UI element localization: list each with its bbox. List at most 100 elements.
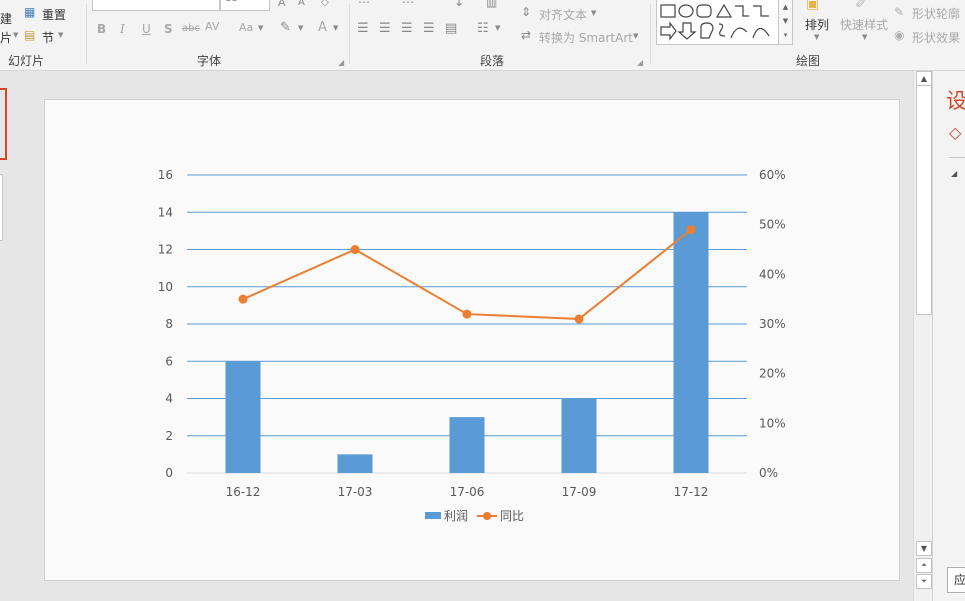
scroll-up-icon[interactable]: ▲ bbox=[916, 71, 932, 86]
line-spacing-icon[interactable]: ↕ bbox=[454, 0, 464, 9]
y-left-tick-label: 0 bbox=[165, 466, 173, 480]
line-point bbox=[238, 294, 248, 304]
new-slide-button-bottom[interactable]: 片 bbox=[0, 29, 12, 46]
quick-styles-button[interactable]: 快速样式 bbox=[840, 16, 888, 33]
shapes-gallery[interactable] bbox=[656, 0, 780, 45]
slide-thumbnail-selected[interactable] bbox=[0, 88, 7, 160]
shape-outline-button[interactable]: 形状轮廓 bbox=[912, 5, 960, 22]
chevron-down-icon[interactable]: ▼ bbox=[591, 9, 596, 17]
reset-button[interactable]: 重置 bbox=[42, 6, 66, 23]
x-tick-label: 17-06 bbox=[450, 485, 485, 499]
chevron-down-icon[interactable]: ▼ bbox=[633, 32, 638, 40]
combo-chart[interactable]: 0 2 4 6 8 10 12 14 16 0% 10% 20% 30% 40% 50% 60% 16-12 17… bbox=[45, 100, 899, 580]
y-right-tick-label: 0% bbox=[759, 466, 778, 480]
font-group-label: 字体 bbox=[197, 54, 222, 68]
underline-button[interactable]: U bbox=[142, 22, 151, 36]
scroll-down-icon[interactable]: ▼ bbox=[916, 541, 932, 556]
x-tick-label: 17-12 bbox=[674, 485, 709, 499]
align-text-icon: ⇕ bbox=[521, 5, 532, 19]
legend-label: 同比 bbox=[500, 509, 524, 523]
chevron-down-icon[interactable]: ▼ bbox=[495, 24, 500, 32]
font-size-dropdown[interactable]: 18 bbox=[220, 0, 270, 11]
slide-thumbnails-pane bbox=[0, 71, 26, 601]
dialog-launcher-icon[interactable]: ◢ bbox=[637, 58, 643, 67]
chevron-down-icon[interactable]: ▼ bbox=[58, 31, 63, 39]
font-name-dropdown[interactable] bbox=[92, 0, 220, 11]
scrollbar-thumb[interactable] bbox=[916, 85, 932, 315]
chevron-down-icon[interactable]: ▼ bbox=[862, 33, 867, 41]
reset-icon: ▦ bbox=[24, 5, 36, 19]
previous-slide-icon[interactable]: ⏶ bbox=[916, 558, 932, 573]
drawing-group-label: 绘图 bbox=[796, 54, 821, 68]
smartart-icon: ⇄ bbox=[521, 28, 532, 42]
align-left-icon[interactable]: ☰ bbox=[357, 21, 369, 36]
numbering-icon[interactable]: ⋯ bbox=[402, 0, 414, 9]
shapes-icon bbox=[660, 3, 770, 41]
align-right-icon[interactable]: ☰ bbox=[401, 21, 413, 36]
chevron-down-icon[interactable]: ▼ bbox=[814, 33, 819, 41]
chevron-down-icon[interactable]: ▼ bbox=[258, 24, 263, 32]
character-spacing-button[interactable]: AV bbox=[205, 20, 219, 33]
italic-button[interactable]: I bbox=[120, 22, 125, 36]
y-left-tick-label: 6 bbox=[165, 354, 173, 368]
bullets-icon[interactable]: ⋯ bbox=[358, 0, 370, 9]
text-shadow-button[interactable]: S bbox=[164, 22, 173, 36]
section-button[interactable]: 节 bbox=[42, 29, 54, 46]
chevron-down-icon[interactable]: ▼ bbox=[333, 24, 338, 32]
y-left-tick-label: 8 bbox=[165, 317, 173, 331]
strikethrough-button[interactable]: abc bbox=[182, 23, 200, 34]
bar bbox=[225, 361, 261, 473]
y-left-tick-label: 14 bbox=[158, 205, 173, 219]
y-left-tick-label: 4 bbox=[165, 392, 173, 406]
slide[interactable]: 0 2 4 6 8 10 12 14 16 0% 10% 20% 30% 40% 50% 60% 16-12 17… bbox=[44, 99, 900, 581]
vertical-scrollbar[interactable]: ▲ ▼ ⏶ ⏷ bbox=[913, 71, 932, 601]
arrange-button[interactable]: 排列 bbox=[805, 16, 829, 33]
next-slide-icon[interactable]: ⏷ bbox=[916, 574, 932, 589]
new-slide-button-top[interactable]: 建 bbox=[0, 10, 12, 27]
chevron-down-icon[interactable]: ▼ bbox=[298, 24, 303, 32]
grow-font-icon[interactable]: A bbox=[278, 0, 286, 9]
line-point bbox=[462, 309, 472, 319]
group-divider bbox=[349, 4, 350, 64]
ribbon: 建 片 ▼ ▦ 重置 ▤ 节 ▼ 幻灯片 18 A A ◇ B I U S ab… bbox=[0, 0, 965, 71]
y-left-tick-label: 10 bbox=[158, 280, 173, 294]
slide-thumbnail[interactable] bbox=[0, 174, 3, 241]
shape-outline-icon: ✎ bbox=[894, 5, 905, 19]
dialog-launcher-icon[interactable]: ◢ bbox=[338, 58, 344, 67]
apply-button[interactable]: 应 bbox=[947, 567, 965, 593]
y-right-tick-label: 20% bbox=[759, 367, 786, 381]
fill-line-icon[interactable]: ◇ bbox=[949, 123, 961, 142]
y-right-tick-label: 40% bbox=[759, 267, 786, 281]
y-left-tick-label: 12 bbox=[158, 243, 173, 257]
x-tick-label: 17-09 bbox=[562, 485, 597, 499]
change-case-button[interactable]: Aa bbox=[239, 21, 253, 34]
font-size-value: 18 bbox=[225, 0, 238, 4]
y-right-tick-label: 50% bbox=[759, 218, 786, 232]
columns-icon[interactable]: ▥ bbox=[486, 0, 497, 9]
x-tick-label: 17-03 bbox=[338, 485, 373, 499]
columns-icon[interactable]: ☷ bbox=[477, 21, 489, 36]
y-left-tick-label: 2 bbox=[165, 429, 173, 443]
highlight-icon[interactable]: ✎ bbox=[280, 20, 291, 35]
clear-format-icon[interactable]: ◇ bbox=[321, 0, 329, 8]
align-text-button[interactable]: 对齐文本 bbox=[539, 6, 587, 23]
divider bbox=[949, 157, 965, 158]
paragraph-group-label: 段落 bbox=[480, 54, 505, 68]
bold-button[interactable]: B bbox=[97, 22, 106, 36]
shrink-font-icon[interactable]: A bbox=[298, 0, 305, 8]
convert-smartart-button[interactable]: 转换为 SmartArt bbox=[539, 29, 633, 46]
shape-effects-icon: ◉ bbox=[894, 28, 905, 42]
series-line bbox=[242, 228, 692, 321]
x-tick-label: 16-12 bbox=[226, 485, 261, 499]
chevron-down-icon[interactable]: ▼ bbox=[13, 31, 18, 39]
align-center-icon[interactable]: ☰ bbox=[379, 21, 391, 36]
distribute-icon[interactable]: ▤ bbox=[445, 21, 457, 36]
shape-effects-button[interactable]: 形状效果 bbox=[912, 29, 960, 46]
expand-triangle-icon[interactable]: ◢ bbox=[951, 169, 957, 178]
shapes-gallery-scroll[interactable]: ▲ ▼ ▾ bbox=[778, 0, 793, 45]
group-divider bbox=[650, 4, 651, 64]
section-icon: ▤ bbox=[24, 28, 36, 42]
justify-icon[interactable]: ☰ bbox=[423, 21, 435, 36]
bar bbox=[561, 398, 597, 473]
font-color-button[interactable]: A bbox=[318, 20, 327, 35]
